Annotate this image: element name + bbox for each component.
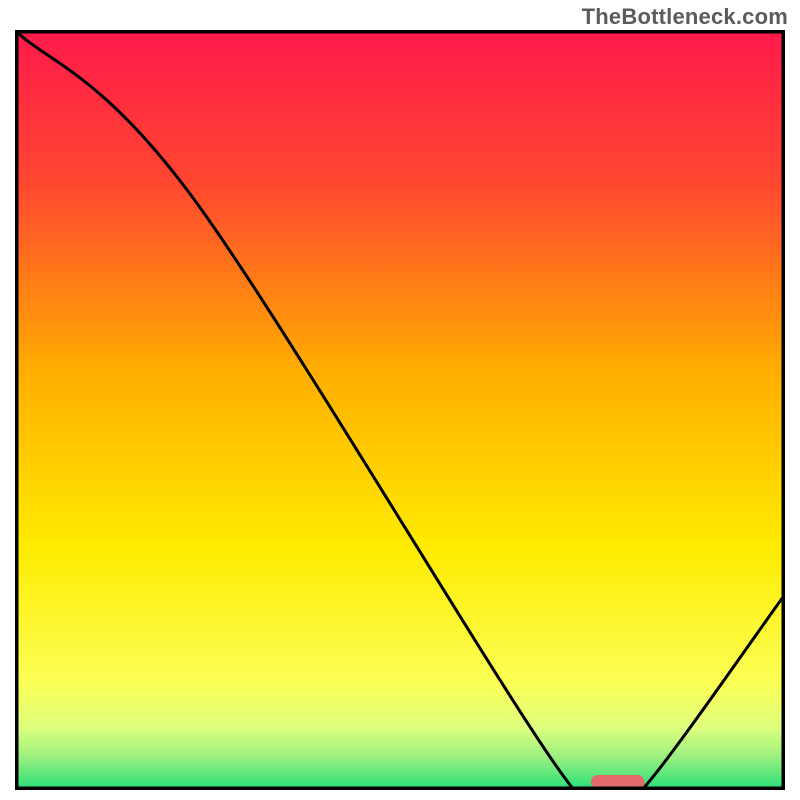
chart-container: TheBottleneck.com [0,0,800,800]
watermark-text: TheBottleneck.com [582,4,788,30]
bottleneck-chart [15,30,785,790]
chart-background [18,33,782,787]
